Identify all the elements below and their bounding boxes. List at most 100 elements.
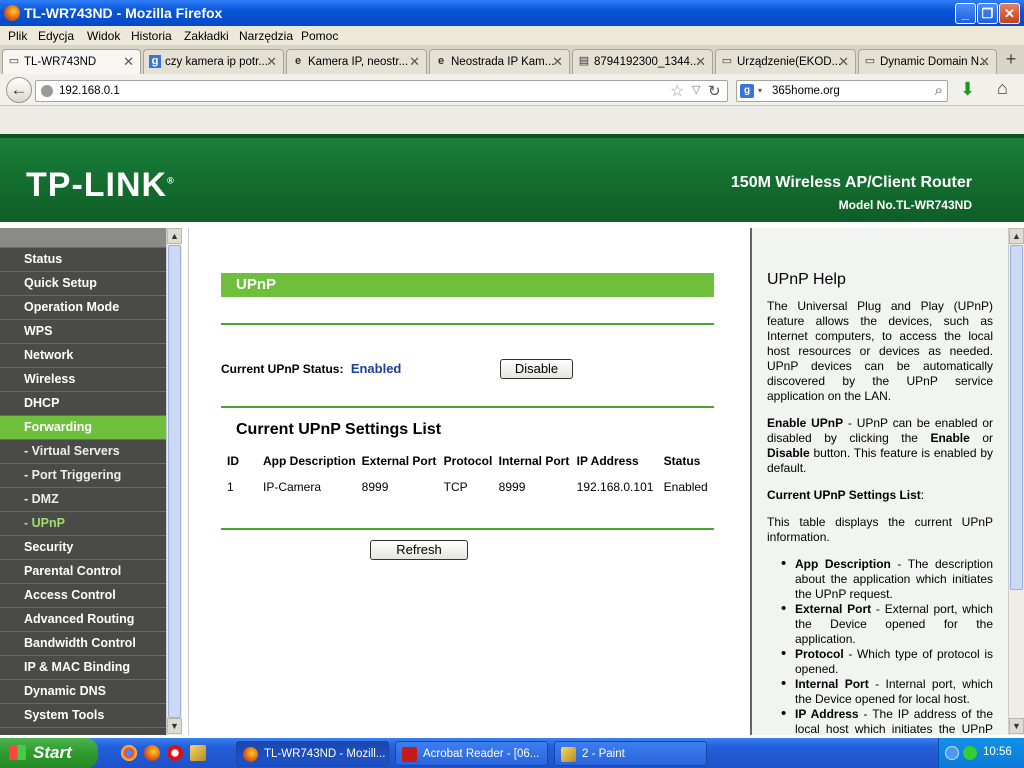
back-button[interactable]: ← <box>6 77 32 103</box>
ie-icon: e <box>437 55 445 67</box>
close-tab-icon[interactable]: ✕ <box>266 54 277 70</box>
sidebar-item-quick-setup[interactable]: Quick Setup <box>0 272 166 296</box>
close-tab-icon[interactable]: ✕ <box>979 54 990 70</box>
scroll-up-arrow-icon[interactable]: ▲ <box>167 228 182 244</box>
firefox-icon[interactable] <box>144 745 160 761</box>
upnp-settings-table: ID App Description External Port Protoco… <box>227 454 714 494</box>
windows-flag-icon <box>9 745 26 760</box>
column-header: Protocol <box>443 454 493 468</box>
sidebar-item-wireless[interactable]: Wireless <box>0 368 166 392</box>
reload-icon[interactable]: ↻ <box>708 82 721 100</box>
tab-neostrada[interactable]: e Neostrada IP Kam... ✕ <box>429 49 570 74</box>
sidebar-item-system-tools[interactable]: System Tools <box>0 704 166 728</box>
product-name: 150M Wireless AP/Client Router <box>730 174 972 191</box>
sidebar-item-wps[interactable]: WPS <box>0 320 166 344</box>
sidebar-item-ip-mac-binding[interactable]: IP & MAC Binding <box>0 656 166 680</box>
sidebar-item-upnp[interactable]: - UPnP <box>0 512 166 536</box>
close-tab-icon[interactable]: ✕ <box>552 54 563 70</box>
search-bar[interactable]: g ▾ 365home.org ⌕ <box>736 80 948 102</box>
scrollbar-thumb[interactable] <box>168 245 181 718</box>
tab-kamera-ip[interactable]: e Kamera IP, neostr... ✕ <box>286 49 427 74</box>
windows-taskbar: Start TL-WR743ND - Mozill... Acrobat Rea… <box>0 738 1024 768</box>
search-icon[interactable]: ⌕ <box>935 82 943 99</box>
taskbar-item-paint[interactable]: 2 - Paint <box>554 741 707 766</box>
list-item: Protocol - Which type of protocol is ope… <box>781 646 993 677</box>
sidebar-item-dhcp[interactable]: DHCP <box>0 392 166 416</box>
tab-label: czy kamera ip potr... <box>165 56 268 68</box>
clock: 10:56 <box>983 746 1012 758</box>
menu-plik[interactable]: Plik <box>8 29 27 43</box>
close-tab-icon[interactable]: ✕ <box>695 54 706 70</box>
history-dropdown-icon[interactable]: ▽ <box>692 83 700 96</box>
sidebar-item-parental-control[interactable]: Parental Control <box>0 560 166 584</box>
scroll-down-arrow-icon[interactable]: ▼ <box>1009 718 1024 734</box>
google-icon[interactable]: g <box>740 84 754 98</box>
menu-historia[interactable]: Historia <box>131 29 172 43</box>
page-title: UPnP <box>221 273 714 297</box>
tab-tl-wr743nd[interactable]: ▭ TL-WR743ND ✕ <box>2 49 141 74</box>
sidebar-item-virtual-servers[interactable]: - Virtual Servers <box>0 440 166 464</box>
refresh-button[interactable]: Refresh <box>370 540 468 560</box>
help-term: App Description <box>795 557 891 571</box>
menu-widok[interactable]: Widok <box>87 29 120 43</box>
new-tab-button[interactable]: + <box>1001 49 1021 71</box>
help-term: Current UPnP Settings List <box>767 488 921 502</box>
sidebar-item-dmz[interactable]: - DMZ <box>0 488 166 512</box>
start-button[interactable]: Start <box>0 738 98 768</box>
sidebar-item-forwarding[interactable]: Forwarding <box>0 416 166 440</box>
tray-arrow-icon[interactable] <box>945 746 959 760</box>
acrobat-icon <box>402 747 417 762</box>
close-tab-icon[interactable]: ✕ <box>838 54 849 70</box>
page-scrollbar[interactable]: ▲ ▼ <box>1008 228 1024 735</box>
download-icon[interactable]: ⬇ <box>960 79 975 100</box>
close-tab-icon[interactable]: ✕ <box>409 54 420 70</box>
sidebar-item-status[interactable]: Status <box>0 248 166 272</box>
scroll-up-arrow-icon[interactable]: ▲ <box>1009 228 1024 244</box>
bookmark-star-icon[interactable]: ☆ <box>670 81 684 101</box>
help-term: IP Address <box>795 707 859 721</box>
minimize-button[interactable]: _ <box>955 3 976 24</box>
home-icon[interactable]: ⌂ <box>997 78 1008 99</box>
close-tab-icon[interactable]: ✕ <box>123 54 134 70</box>
app-icon[interactable] <box>190 745 206 761</box>
table-cell: 192.168.0.101 <box>576 480 654 494</box>
page-icon: ▭ <box>8 55 20 67</box>
tab-label: Urządzenie(EKOD... <box>737 56 842 68</box>
google-icon: g <box>149 55 161 68</box>
scrollbar-thumb[interactable] <box>1010 245 1023 590</box>
tab-google-search[interactable]: g czy kamera ip potr... ✕ <box>143 49 284 74</box>
column-header: Status <box>663 454 701 468</box>
taskbar-item-acrobat[interactable]: Acrobat Reader - [06... <box>395 741 548 766</box>
network-icon[interactable] <box>963 746 977 760</box>
sidebar-item-operation-mode[interactable]: Operation Mode <box>0 296 166 320</box>
taskbar-item-firefox[interactable]: TL-WR743ND - Mozill... <box>236 741 389 766</box>
close-window-button[interactable]: ✕ <box>999 3 1020 24</box>
tab-image[interactable]: ▤ 8794192300_1344... ✕ <box>572 49 713 74</box>
menu-narzedzia[interactable]: Narzędzia <box>239 29 293 43</box>
sidebar-scrollbar[interactable]: ▲ ▼ <box>166 228 182 735</box>
scroll-down-arrow-icon[interactable]: ▼ <box>167 718 182 734</box>
taskbar-item-label: TL-WR743ND - Mozill... <box>264 748 386 760</box>
menu-pomoc[interactable]: Pomoc <box>301 29 338 43</box>
column-header: App Description <box>263 454 356 468</box>
sidebar-item-dynamic-dns[interactable]: Dynamic DNS <box>0 680 166 704</box>
tab-dynamic-domain[interactable]: ▭ Dynamic Domain N... ✕ <box>858 49 997 74</box>
image-icon: ▤ <box>578 55 590 67</box>
maximize-button[interactable]: ❐ <box>977 3 998 24</box>
disable-button[interactable]: Disable <box>500 359 573 379</box>
list-item: IP Address - The IP address of the local… <box>781 706 993 735</box>
sidebar-item-port-triggering[interactable]: - Port Triggering <box>0 464 166 488</box>
search-engine-dropdown-icon[interactable]: ▾ <box>758 86 762 95</box>
sidebar-item-advanced-routing[interactable]: Advanced Routing <box>0 608 166 632</box>
sidebar-item-access-control[interactable]: Access Control <box>0 584 166 608</box>
list-item: Internal Port - Internal port, which the… <box>781 676 993 707</box>
sidebar-item-security[interactable]: Security <box>0 536 166 560</box>
opera-icon[interactable] <box>167 745 183 761</box>
sidebar-item-network[interactable]: Network <box>0 344 166 368</box>
tab-urzadzenie[interactable]: ▭ Urządzenie(EKOD... ✕ <box>715 49 856 74</box>
chrome-icon[interactable] <box>121 745 137 761</box>
menu-edycja[interactable]: Edycja <box>38 29 74 43</box>
menu-zakladki[interactable]: Zakładki <box>184 29 229 43</box>
url-bar[interactable]: 192.168.0.1 ☆ ▽ ↻ <box>35 80 728 102</box>
sidebar-item-bandwidth-control[interactable]: Bandwidth Control <box>0 632 166 656</box>
